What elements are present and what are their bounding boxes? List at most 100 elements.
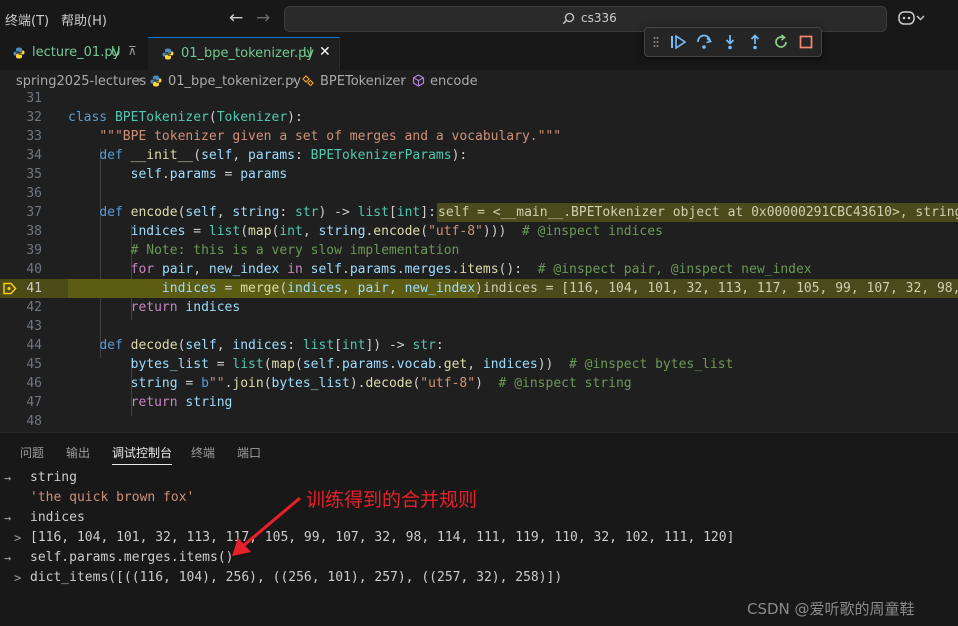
console-text: dict_items([((116, 104), 256), ((256, 10… bbox=[30, 570, 563, 585]
console-input-marker: → bbox=[4, 471, 12, 485]
line-number: 41 bbox=[26, 281, 42, 296]
line-number: 45 bbox=[26, 357, 42, 372]
breadcrumb-method[interactable]: encode bbox=[430, 74, 478, 89]
panel-tab-ports[interactable]: 端口 bbox=[237, 444, 261, 461]
current-execution-line: 41 indices = merge(indices, pair, new_in… bbox=[0, 279, 958, 298]
back-arrow-icon[interactable]: ← bbox=[229, 8, 243, 28]
console-input-marker: → bbox=[4, 551, 12, 565]
untracked-badge: U bbox=[303, 46, 313, 61]
inline-value-self: self = <__main__.BPETokenizer object at … bbox=[437, 203, 958, 222]
step-into-icon[interactable] bbox=[721, 33, 739, 51]
line-number: 37 bbox=[26, 205, 42, 220]
line-number: 33 bbox=[26, 129, 42, 144]
untracked-badge: U bbox=[111, 45, 121, 60]
code-text: indices = list(map(int, string.encode("u… bbox=[130, 224, 663, 239]
debug-toolbar bbox=[644, 27, 822, 57]
annotation-label: 训练得到的合并规则 bbox=[306, 489, 478, 511]
chevron-right-icon: › bbox=[400, 73, 405, 87]
breadcrumb-class[interactable]: BPETokenizer bbox=[320, 74, 406, 89]
continue-icon[interactable] bbox=[669, 33, 687, 51]
panel-tab-problems[interactable]: 问题 bbox=[20, 444, 44, 461]
python-file-icon bbox=[150, 75, 162, 87]
step-over-icon[interactable] bbox=[695, 33, 713, 51]
code-text: def encode(self, string: str) -> list[in… bbox=[99, 205, 436, 220]
console-text: indices bbox=[30, 510, 85, 525]
pin-icon[interactable]: ⊼ bbox=[128, 44, 137, 58]
code-line: 38 indices = list(map(int, string.encode… bbox=[0, 222, 958, 241]
code-line: 36 bbox=[0, 184, 958, 203]
chevron-right-icon: › bbox=[291, 73, 296, 87]
code-text: def decode(self, indices: list[int]) -> … bbox=[99, 338, 444, 353]
code-line: 35 self.params = params bbox=[0, 165, 958, 184]
tab-label: 01_bpe_tokenizer.py bbox=[181, 46, 315, 61]
line-number: 40 bbox=[26, 262, 42, 277]
breadcrumb: spring2025-lectures › 01_bpe_tokenizer.p… bbox=[0, 70, 958, 92]
menu-terminal[interactable]: 终端(T) bbox=[5, 10, 49, 29]
tab-01-bpe-tokenizer[interactable]: 01_bpe_tokenizer.py U ✕ bbox=[148, 37, 340, 71]
code-line: 48 bbox=[0, 412, 958, 431]
step-out-icon[interactable] bbox=[746, 33, 764, 51]
code-line: 43 bbox=[0, 317, 958, 336]
class-icon bbox=[302, 75, 314, 87]
stop-icon[interactable] bbox=[797, 33, 815, 51]
code-line: 47 return string bbox=[0, 393, 958, 412]
code-line: 34 def __init__(self, params: BPETokeniz… bbox=[0, 146, 958, 165]
chevron-right-icon[interactable]: > bbox=[14, 528, 21, 548]
line-number: 31 bbox=[26, 92, 42, 106]
code-editor[interactable]: 31 32 class BPETokenizer(Tokenizer): 33 "… bbox=[0, 92, 958, 432]
code-line: 44 def decode(self, indices: list[int]) … bbox=[0, 336, 958, 355]
breadcrumb-folder[interactable]: spring2025-lectures bbox=[16, 74, 146, 89]
panel-tab-debug-console[interactable]: 调试控制台 bbox=[112, 444, 173, 465]
line-number: 46 bbox=[26, 376, 42, 391]
code-text: class BPETokenizer(Tokenizer): bbox=[68, 110, 303, 125]
code-text: return string bbox=[130, 395, 233, 410]
line-number: 44 bbox=[26, 338, 42, 353]
code-text: def __init__(self, params: BPETokenizerP… bbox=[99, 148, 468, 163]
line-number: 39 bbox=[26, 243, 42, 258]
menu-help[interactable]: 帮助(H) bbox=[61, 10, 107, 29]
chevron-right-icon[interactable]: > bbox=[14, 568, 21, 588]
line-number: 42 bbox=[26, 300, 42, 315]
line-number: 47 bbox=[26, 395, 42, 410]
code-text: """BPE tokenizer given a set of merges a… bbox=[99, 129, 562, 144]
inline-value-indices: indices = [116, 104, 101, 32, 113, 117, … bbox=[482, 279, 958, 298]
drag-handle-icon[interactable] bbox=[653, 36, 659, 48]
line-number: 48 bbox=[26, 414, 42, 429]
code-text: self.params = params bbox=[130, 167, 288, 182]
code-line: 37 def encode(self, string: str) -> list… bbox=[0, 203, 958, 222]
panel-tab-output[interactable]: 输出 bbox=[66, 444, 90, 461]
code-line: 46 string = b"".join(bytes_list).decode(… bbox=[0, 374, 958, 393]
console-text: string bbox=[30, 470, 77, 485]
method-icon bbox=[412, 74, 425, 87]
line-number: 34 bbox=[26, 148, 42, 163]
panel-tab-terminal[interactable]: 终端 bbox=[191, 444, 215, 461]
code-line: 33 """BPE tokenizer given a set of merge… bbox=[0, 127, 958, 146]
code-text: return indices bbox=[130, 300, 241, 315]
line-number: 38 bbox=[26, 224, 42, 239]
line-number: 36 bbox=[26, 186, 42, 201]
tab-lecture-01[interactable]: lecture_01.py U ⊼ bbox=[0, 37, 149, 70]
bottom-panel: 问题 输出 调试控制台 终端 端口 → string 'the quick bro… bbox=[0, 432, 958, 626]
console-text: 'the quick brown fox' bbox=[30, 490, 195, 505]
copilot-icon[interactable] bbox=[898, 10, 926, 26]
forward-arrow-icon[interactable]: → bbox=[256, 8, 270, 28]
tab-label: lecture_01.py bbox=[32, 45, 121, 60]
code-line: 32 class BPETokenizer(Tokenizer): bbox=[0, 108, 958, 127]
breadcrumb-file[interactable]: 01_bpe_tokenizer.py bbox=[168, 74, 301, 89]
code-text: bytes_list = list(map(self.params.vocab.… bbox=[130, 357, 734, 372]
code-line: 40 for pair, new_index in self.params.me… bbox=[0, 260, 958, 279]
python-file-icon bbox=[162, 48, 174, 60]
code-line: 31 bbox=[0, 92, 958, 108]
line-number: 32 bbox=[26, 110, 42, 125]
code-text: for pair, new_index in self.params.merge… bbox=[130, 262, 812, 277]
line-number: 35 bbox=[26, 167, 42, 182]
search-icon bbox=[562, 12, 575, 25]
restart-icon[interactable] bbox=[772, 33, 790, 51]
chevron-right-icon: › bbox=[137, 73, 142, 87]
close-icon[interactable]: ✕ bbox=[319, 44, 331, 60]
code-text: indices = merge(indices, pair, new_index… bbox=[161, 281, 483, 296]
code-text: # Note: this is a very slow implementati… bbox=[130, 243, 460, 258]
code-text: string = b"".join(bytes_list).decode("ut… bbox=[130, 376, 632, 391]
console-input-marker: → bbox=[4, 511, 12, 525]
search-text: cs336 bbox=[581, 11, 617, 25]
